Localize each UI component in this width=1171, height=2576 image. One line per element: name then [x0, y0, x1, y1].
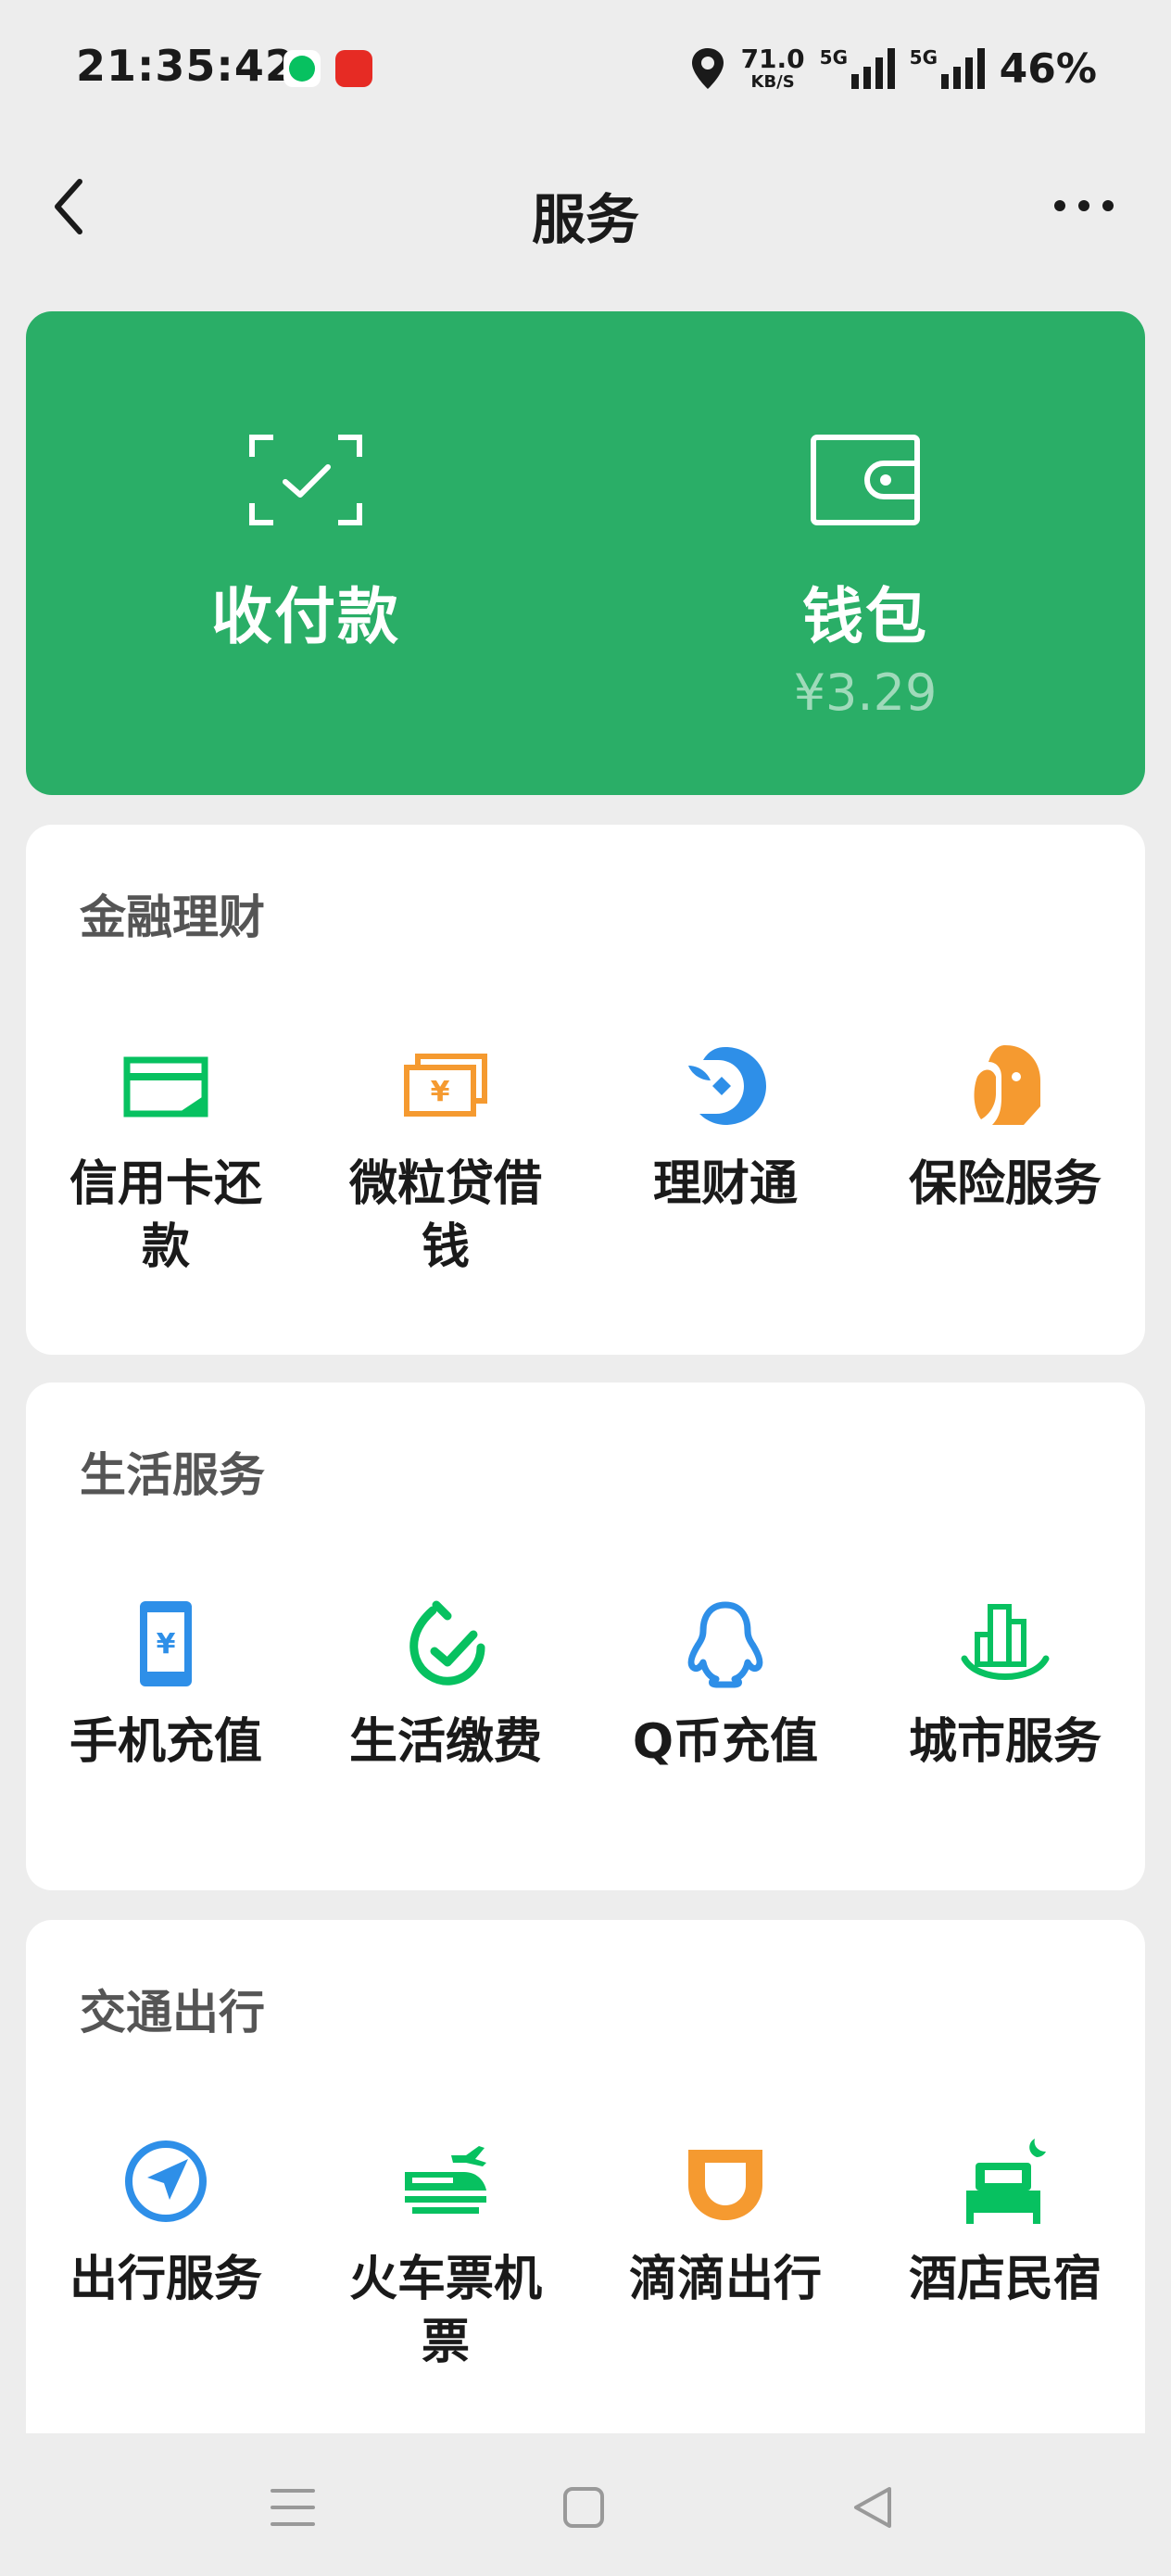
insurance-umbrella-icon [974, 1045, 1040, 1125]
hotel-homestay-button[interactable]: 酒店民宿 [865, 2135, 1145, 2374]
item-label: 酒店民宿 [908, 2252, 1102, 2307]
phone-recharge-button[interactable]: ¥ 手机充值 [26, 1597, 306, 1774]
nav-bar: 服务 [0, 139, 1171, 278]
insurance-button[interactable]: 保险服务 [865, 1040, 1145, 1279]
item-label: 信用卡还款 [69, 1156, 262, 1275]
home-square-icon[interactable] [558, 2481, 610, 2533]
weilidai-loan-button[interactable]: ¥ 微粒贷借钱 [306, 1040, 586, 1279]
wealth-fish-icon [688, 1047, 766, 1125]
scan-check-icon [249, 435, 362, 525]
didi-button[interactable]: 滴滴出行 [586, 2135, 865, 2374]
location-icon [691, 48, 724, 89]
page-title: 服务 [531, 188, 639, 251]
item-label: 手机充值 [69, 1714, 262, 1770]
loan-notes-icon: ¥ [404, 1054, 487, 1117]
more-dots-icon[interactable] [1051, 187, 1117, 224]
wallet-label: 钱包 [802, 581, 928, 652]
section-title: 交通出行 [80, 1986, 265, 2039]
wallet-balance: ¥3.29 [793, 663, 938, 722]
receive-pay-button[interactable]: 收付款 [26, 311, 586, 795]
back-triangle-icon[interactable] [847, 2481, 899, 2533]
system-nav-bar [0, 2433, 1171, 2576]
section-title: 生活服务 [80, 1448, 265, 1502]
network-speed: 71.0 KB/S [740, 44, 805, 92]
item-label: 保险服务 [908, 1156, 1102, 1212]
q-coin-recharge-button[interactable]: Q币充值 [586, 1597, 865, 1774]
svg-text:¥: ¥ [431, 1076, 450, 1108]
wallet-button[interactable]: 钱包 ¥3.29 [586, 311, 1145, 795]
city-services-button[interactable]: 城市服务 [865, 1597, 1145, 1774]
item-label: 出行服务 [69, 2252, 262, 2307]
phone-recharge-icon: ¥ [140, 1601, 192, 1686]
finance-section: 金融理财 信用卡还款 ¥ 微粒贷借钱 理财通 保险服务 [26, 825, 1145, 1355]
wallet-icon [811, 435, 920, 525]
train-plane-icon [405, 2146, 486, 2214]
hotel-bed-icon [966, 2139, 1046, 2224]
item-label: 理财通 [652, 1156, 798, 1212]
didi-icon [688, 2150, 762, 2220]
cloud-pay-app-icon [335, 50, 372, 87]
travel-services-button[interactable]: 出行服务 [26, 2135, 306, 2374]
utility-check-icon [409, 1600, 485, 1686]
battery-level: 46% [999, 44, 1097, 93]
menu-icon[interactable] [267, 2481, 319, 2533]
payment-hero-card: 收付款 钱包 ¥3.29 [26, 311, 1145, 795]
item-label: 滴滴出行 [628, 2252, 822, 2307]
signal-icon-2: 5G [910, 46, 985, 89]
status-bar: 21:35:42 71.0 KB/S 5G 5G 46% [0, 0, 1171, 139]
credit-card-repay-button[interactable]: 信用卡还款 [26, 1040, 306, 1279]
section-title: 金融理财 [80, 890, 265, 944]
item-label: 火车票机票 [348, 2252, 542, 2370]
item-label: 微粒贷借钱 [348, 1156, 542, 1275]
train-flight-tickets-button[interactable]: 火车票机票 [306, 2135, 586, 2374]
transport-section: 交通出行 出行服务 火车票机票 滴滴出行 酒店民宿 [26, 1920, 1145, 2439]
navigation-arrow-icon [125, 2140, 207, 2222]
licaitong-button[interactable]: 理财通 [586, 1040, 865, 1279]
messaging-app-icon [283, 50, 321, 87]
item-label: 生活缴费 [348, 1714, 542, 1770]
item-label: 城市服务 [908, 1714, 1102, 1770]
receive-pay-label: 收付款 [211, 581, 400, 652]
status-time: 21:35:42 [76, 41, 296, 91]
life-services-section: 生活服务 ¥ 手机充值 生活缴费 Q币充值 城市服务 [26, 1383, 1145, 1890]
utility-payment-button[interactable]: 生活缴费 [306, 1597, 586, 1774]
city-buildings-icon [961, 1604, 1050, 1680]
svg-text:¥: ¥ [157, 1628, 176, 1661]
credit-card-icon [123, 1056, 208, 1118]
item-label: Q币充值 [632, 1714, 819, 1770]
qq-penguin-icon [687, 1601, 763, 1688]
signal-icon: 5G [820, 46, 895, 89]
